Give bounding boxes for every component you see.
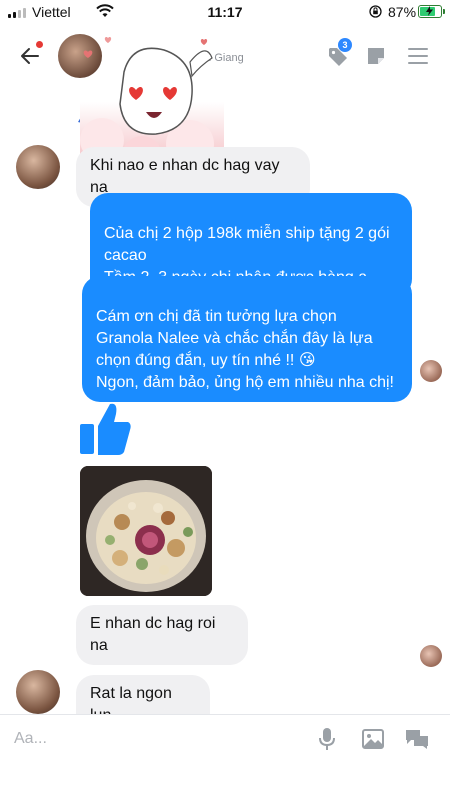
- seen-avatar: [420, 645, 442, 667]
- note-icon[interactable]: [366, 46, 386, 66]
- seen-avatar: [420, 360, 442, 382]
- battery-percent: 87%: [388, 4, 417, 20]
- message-composer: [0, 714, 450, 800]
- orientation-lock-icon: [369, 5, 382, 18]
- chat-icon[interactable]: [405, 728, 429, 750]
- menu-icon[interactable]: [408, 48, 428, 66]
- message-text: Khi nao e nhan dc hag vay na: [90, 157, 280, 196]
- status-bar: Viettel 11:17 87%: [0, 0, 450, 24]
- message-input[interactable]: [14, 725, 304, 753]
- message-text: Cám ơn chị đã tin tưởng lựa chọn Granola…: [96, 308, 394, 391]
- granola-photo[interactable]: [80, 466, 212, 596]
- unread-dot: [36, 41, 43, 48]
- message-text: E nhan dc hag roi na: [90, 615, 216, 654]
- granola-image: [80, 466, 212, 596]
- mic-icon[interactable]: [318, 727, 336, 751]
- tag-badge: 3: [338, 38, 352, 52]
- thumbs-up-icon[interactable]: [80, 400, 132, 456]
- contact-avatar-small[interactable]: [16, 145, 60, 189]
- battery-icon: [418, 5, 445, 18]
- message-bubble-outgoing[interactable]: Cám ơn chị đã tin tưởng lựa chọn Granola…: [82, 276, 412, 402]
- image-icon[interactable]: [362, 729, 384, 749]
- message-bubble-incoming[interactable]: E nhan dc hag roi na: [76, 605, 248, 665]
- clock: 11:17: [207, 4, 243, 20]
- chat-header: ...n Giang 3: [0, 24, 450, 174]
- contact-avatar-small[interactable]: [16, 670, 60, 714]
